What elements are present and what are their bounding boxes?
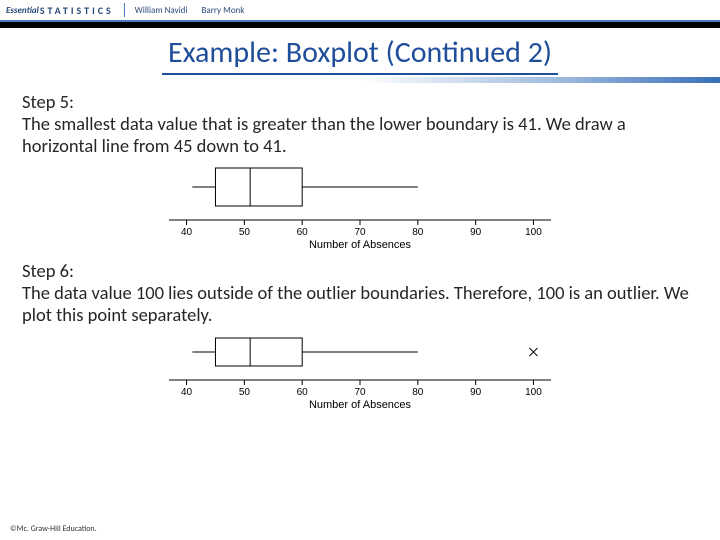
svg-text:60: 60 bbox=[297, 227, 309, 238]
step5-text: The smallest data value that is greater … bbox=[22, 113, 698, 157]
svg-text:40: 40 bbox=[181, 387, 193, 398]
svg-text:50: 50 bbox=[239, 227, 251, 238]
author-2: Barry Monk bbox=[201, 5, 244, 16]
svg-text:70: 70 bbox=[354, 387, 366, 398]
step6-text: The data value 100 lies outside of the o… bbox=[22, 282, 698, 326]
svg-text:Number of Absences: Number of Absences bbox=[309, 399, 412, 411]
page-title: Example: Boxplot (Continued 2) bbox=[162, 34, 558, 75]
step5-label: Step 5: bbox=[22, 91, 698, 113]
brand-essential: Essential bbox=[6, 5, 39, 16]
svg-text:100: 100 bbox=[525, 227, 542, 238]
svg-text:80: 80 bbox=[412, 387, 424, 398]
svg-text:50: 50 bbox=[239, 387, 251, 398]
copyright-footer: ©Mc. Graw-Hill Education. bbox=[10, 524, 97, 534]
brand-stats: STATISTICS bbox=[40, 4, 114, 17]
content-body: Step 5: The smallest data value that is … bbox=[0, 83, 720, 414]
step6-label: Step 6: bbox=[22, 260, 698, 282]
svg-text:90: 90 bbox=[470, 227, 482, 238]
boxplot-chart-2: 40 50 60 70 80 90 100 Number of Absences bbox=[145, 330, 575, 414]
svg-text:Number of Absences: Number of Absences bbox=[309, 239, 412, 251]
banner-separator bbox=[124, 3, 125, 17]
svg-text:100: 100 bbox=[525, 387, 542, 398]
svg-text:60: 60 bbox=[297, 387, 309, 398]
svg-text:80: 80 bbox=[412, 227, 424, 238]
title-wrap: Example: Boxplot (Continued 2) bbox=[0, 28, 720, 77]
svg-text:70: 70 bbox=[354, 227, 366, 238]
boxplot-chart-1: 40 50 60 70 80 90 100 Number of Absences bbox=[145, 160, 575, 254]
svg-text:40: 40 bbox=[181, 227, 193, 238]
svg-text:90: 90 bbox=[470, 387, 482, 398]
author-1: William Navidi bbox=[135, 5, 188, 16]
top-banner: Essential STATISTICS William Navidi Barr… bbox=[0, 0, 720, 22]
